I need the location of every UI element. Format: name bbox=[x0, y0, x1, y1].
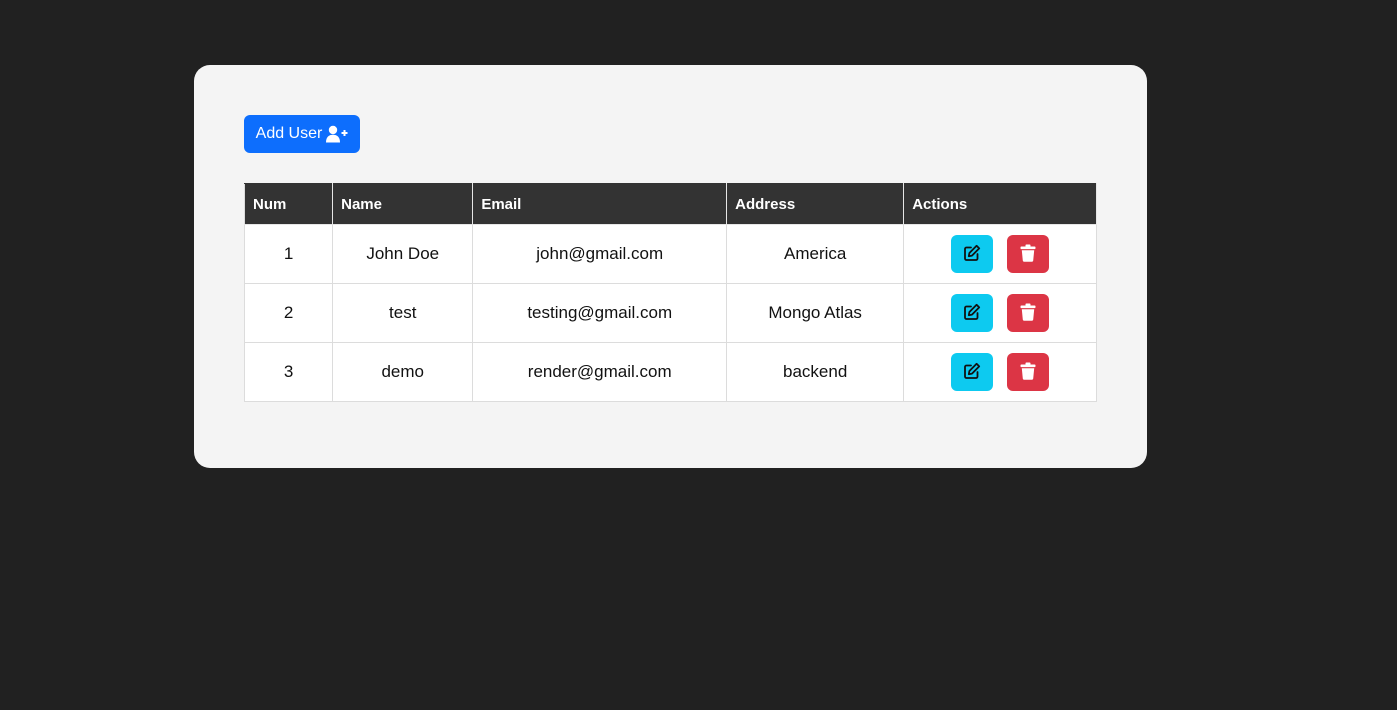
table-header-row: Num Name Email Address Actions bbox=[243, 183, 1097, 225]
row-actions bbox=[912, 294, 1088, 332]
cell-email: testing@gmail.com bbox=[472, 283, 728, 343]
edit-button[interactable] bbox=[951, 294, 994, 332]
header-num: Num bbox=[243, 183, 334, 225]
edit-button[interactable] bbox=[951, 235, 994, 273]
cell-actions bbox=[903, 283, 1097, 343]
cell-num: 1 bbox=[243, 224, 334, 284]
cell-name: John Doe bbox=[332, 224, 474, 284]
delete-button[interactable] bbox=[1007, 235, 1050, 273]
cell-name: test bbox=[332, 283, 474, 343]
table-row: 2 test testing@gmail.com Mongo Atlas bbox=[243, 283, 1097, 343]
add-user-label: Add User bbox=[255, 125, 323, 142]
header-name: Name bbox=[332, 183, 474, 225]
cell-address: backend bbox=[726, 342, 905, 402]
table-row: 1 John Doe john@gmail.com America bbox=[243, 224, 1097, 284]
delete-button[interactable] bbox=[1007, 353, 1050, 391]
add-user-button[interactable]: Add User bbox=[244, 115, 360, 153]
cell-email: john@gmail.com bbox=[472, 224, 728, 284]
cell-num: 2 bbox=[243, 283, 334, 343]
cell-num: 3 bbox=[243, 342, 334, 402]
row-actions bbox=[912, 235, 1088, 273]
cell-actions bbox=[903, 342, 1097, 402]
user-plus-icon bbox=[326, 125, 348, 143]
cell-address: America bbox=[726, 224, 905, 284]
cell-email: render@gmail.com bbox=[472, 342, 728, 402]
edit-icon bbox=[963, 362, 981, 383]
row-actions bbox=[912, 353, 1088, 391]
trash-icon bbox=[1020, 303, 1036, 324]
edit-button[interactable] bbox=[951, 353, 994, 391]
edit-icon bbox=[963, 244, 981, 265]
header-email: Email bbox=[472, 183, 728, 225]
header-address: Address bbox=[726, 183, 905, 225]
edit-icon bbox=[963, 303, 981, 324]
delete-button[interactable] bbox=[1007, 294, 1050, 332]
trash-icon bbox=[1020, 244, 1036, 265]
cell-address: Mongo Atlas bbox=[726, 283, 905, 343]
cell-actions bbox=[903, 224, 1097, 284]
users-card: Add User Num Name Email Address Actions … bbox=[194, 65, 1147, 468]
header-actions: Actions bbox=[903, 183, 1097, 225]
users-table: Num Name Email Address Actions 1 John Do… bbox=[243, 183, 1097, 402]
cell-name: demo bbox=[332, 342, 474, 402]
table-row: 3 demo render@gmail.com backend bbox=[243, 342, 1097, 402]
trash-icon bbox=[1020, 362, 1036, 383]
